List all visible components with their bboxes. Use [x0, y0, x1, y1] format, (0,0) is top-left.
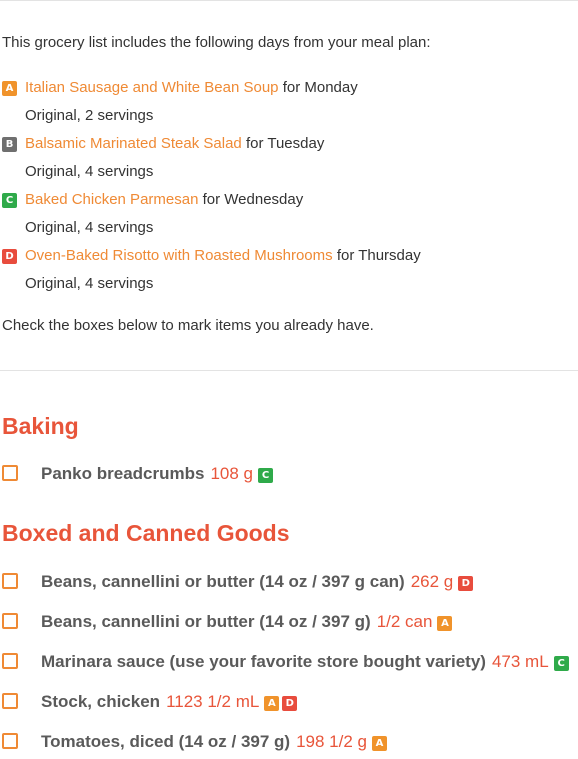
item-checkbox[interactable]	[2, 733, 18, 749]
recipe-badge-d: D	[458, 576, 474, 591]
meal-item: D Oven-Baked Risotto with Roasted Mushroo…	[2, 245, 576, 301]
meal-item: A Italian Sausage and White Bean Soup for…	[2, 77, 576, 133]
recipe-badge-a: A	[437, 616, 453, 631]
recipe-badge-b: B	[2, 137, 17, 152]
item-name: Beans, cannellini or butter (14 oz / 397…	[41, 612, 371, 631]
instruction-note: Check the boxes below to mark items you …	[2, 317, 374, 334]
recipe-link-oven-baked-risotto[interactable]: Oven-Baked Risotto with Roasted Mushroom…	[25, 247, 333, 264]
item-quantity: 1123 1/2 mL	[166, 692, 260, 711]
item-quantity: 1/2 can	[376, 612, 433, 631]
recipe-badge-c: C	[2, 193, 17, 208]
section-title-boxed-canned: Boxed and Canned Goods	[2, 520, 290, 546]
meal-day: for Monday	[282, 79, 358, 96]
item-name: Panko breadcrumbs	[41, 464, 205, 483]
item-checkbox[interactable]	[2, 693, 18, 709]
meal-servings: Original, 4 servings	[25, 163, 154, 180]
meal-plan-list: A Italian Sausage and White Bean Soup for…	[2, 77, 576, 301]
item-name: Beans, cannellini or butter (14 oz / 397…	[41, 572, 405, 591]
recipe-badge-a: A	[264, 696, 280, 711]
section-divider	[0, 370, 578, 371]
recipe-link-baked-chicken-parmesan[interactable]: Baked Chicken Parmesan	[25, 191, 198, 208]
meal-servings: Original, 4 servings	[25, 275, 154, 292]
item-checkbox[interactable]	[2, 653, 18, 669]
recipe-link-italian-sausage-soup[interactable]: Italian Sausage and White Bean Soup	[25, 79, 279, 96]
recipe-badge-d: D	[282, 696, 298, 711]
meal-item: C Baked Chicken Parmesan for Wednesday Or…	[2, 189, 576, 245]
item-name: Stock, chicken	[41, 692, 161, 711]
recipe-badge-c: C	[553, 656, 569, 671]
item-quantity: 473 mL	[491, 652, 549, 671]
item-name: Tomatoes, diced (14 oz / 397 g)	[41, 732, 291, 751]
item-quantity: 198 1/2 g	[296, 732, 367, 751]
recipe-badge-a: A	[372, 736, 387, 751]
recipe-link-balsamic-steak-salad[interactable]: Balsamic Marinated Steak Salad	[25, 135, 242, 152]
item-checkbox[interactable]	[2, 613, 18, 629]
meal-servings: Original, 4 servings	[25, 219, 154, 236]
meal-day: for Thursday	[336, 247, 421, 264]
intro-text: This grocery list includes the following…	[2, 34, 431, 51]
item-checkbox[interactable]	[2, 573, 18, 589]
item-name: Marinara sauce (use your favorite store …	[41, 652, 486, 671]
meal-item: B Balsamic Marinated Steak Salad for Tues…	[2, 133, 576, 189]
item-checkbox[interactable]	[2, 465, 18, 481]
top-divider	[0, 0, 578, 1]
item-quantity: 262 g	[410, 572, 454, 591]
meal-servings: Original, 2 servings	[25, 107, 154, 124]
item-quantity: 108 g	[210, 464, 253, 483]
section-title-baking: Baking	[2, 413, 79, 439]
recipe-badge-c: C	[258, 468, 273, 483]
recipe-badge-a: A	[2, 81, 17, 96]
recipe-badge-d: D	[2, 249, 17, 264]
meal-day: for Tuesday	[245, 135, 325, 152]
meal-day: for Wednesday	[202, 191, 304, 208]
